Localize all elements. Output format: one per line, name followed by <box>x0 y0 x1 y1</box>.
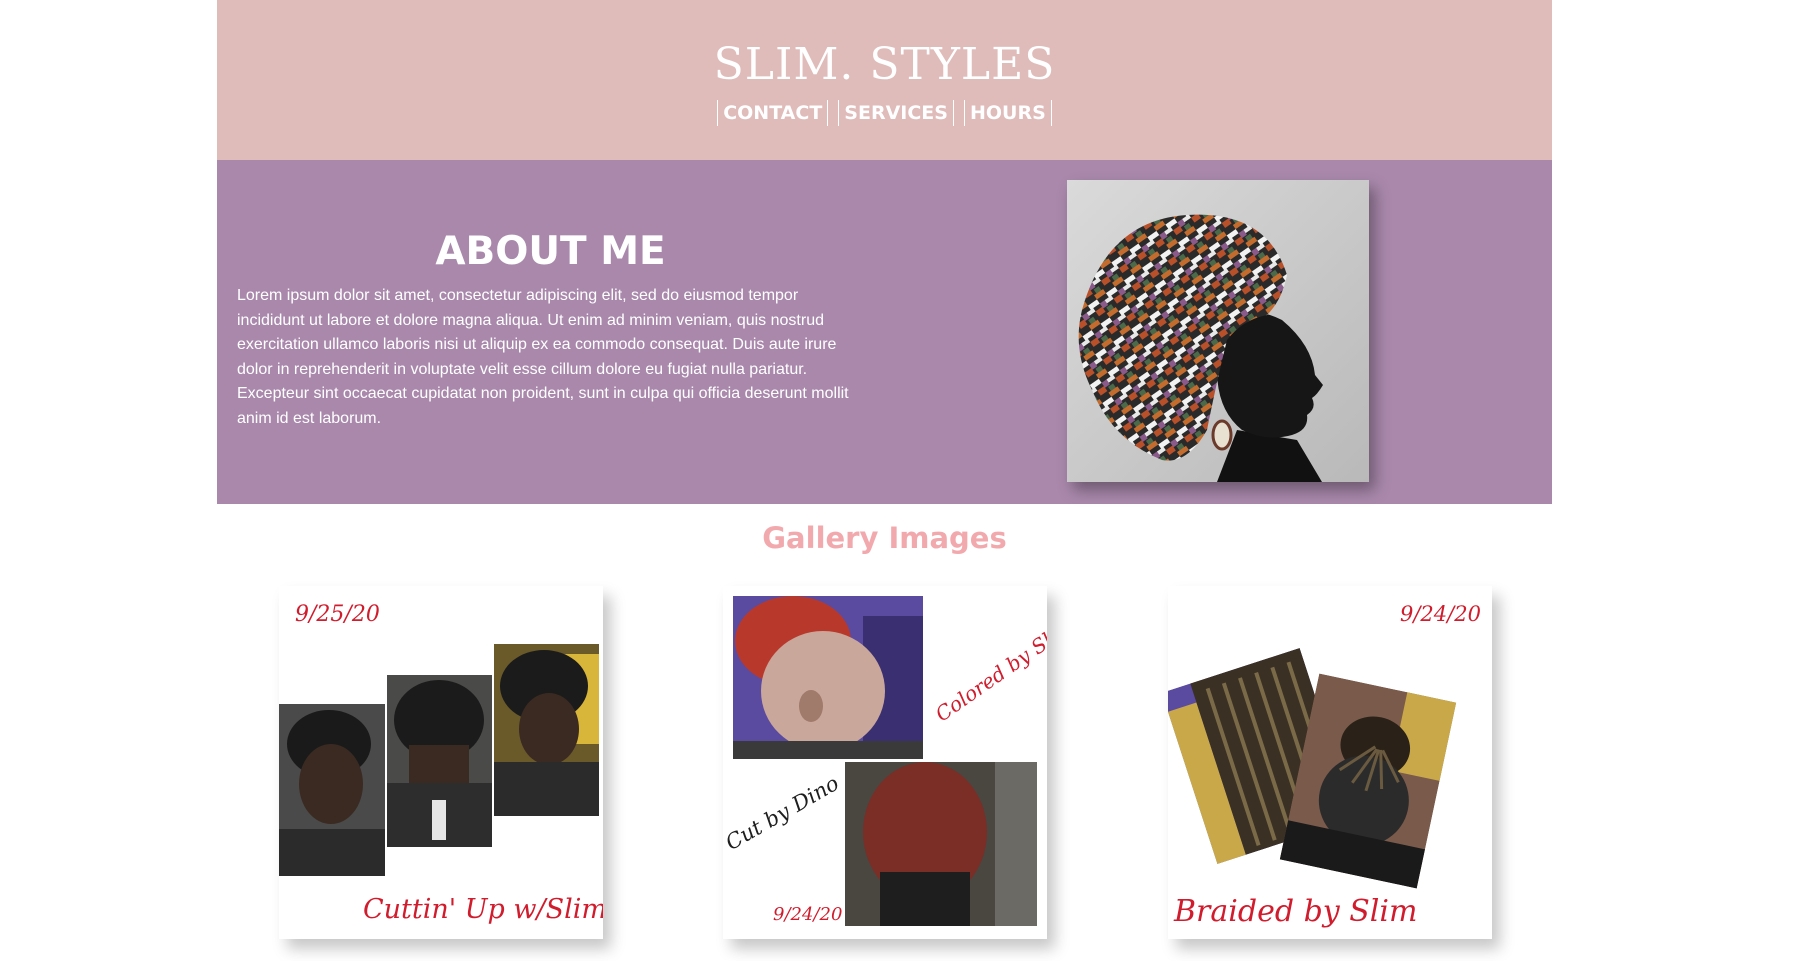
colored-hair-photo-illustration <box>733 596 923 759</box>
cut-hair-photo <box>845 762 1037 926</box>
haircut-photo-side-illustration <box>494 644 599 816</box>
nav-contact-link[interactable]: CONTACT <box>717 100 829 126</box>
haircut-photo-back <box>387 675 492 847</box>
gallery-card-caption: Braided by Slim <box>1174 894 1418 929</box>
about-heading: ABOUT ME <box>435 229 666 274</box>
gallery-card-subcaption: Cut by Dino <box>723 771 843 855</box>
nav-hours-link[interactable]: HOURS <box>963 100 1052 126</box>
haircut-photo-front-illustration <box>279 704 385 876</box>
gallery-card-caption: Colored by Slim <box>930 613 1047 727</box>
gallery-card-date: 9/25/20 <box>295 602 380 627</box>
page: SLIM. STYLES CONTACT SERVICES HOURS ABOU… <box>217 0 1552 961</box>
haircut-photo-side <box>494 644 599 816</box>
gallery-card-caption: Cuttin' Up w/Slim <box>363 894 603 925</box>
about-portrait-image <box>1067 180 1369 482</box>
about-section: ABOUT ME Lorem ipsum dolor sit amet, con… <box>217 160 1552 504</box>
gallery-heading: Gallery Images <box>762 521 1007 555</box>
haircut-photo-front <box>279 704 385 876</box>
cut-hair-photo-illustration <box>845 762 1037 926</box>
portrait-illustration <box>1067 180 1369 482</box>
gallery-card[interactable]: 9/24/20 Braided by Slim <box>1168 586 1492 939</box>
gallery-card-date: 9/24/20 <box>773 904 843 925</box>
about-paragraph: Lorem ipsum dolor sit amet, consectetur … <box>237 287 849 427</box>
gallery-card[interactable]: Colored by Slim Cut by Dino 9/24/20 <box>723 586 1047 939</box>
gallery-card[interactable]: 9/25/20 Cuttin' Up w/Slim <box>279 586 603 939</box>
gallery-card-date: 9/24/20 <box>1400 602 1481 626</box>
haircut-photo-back-illustration <box>387 675 492 847</box>
nav-services-link[interactable]: SERVICES <box>838 100 954 126</box>
site-brand[interactable]: SLIM. STYLES <box>217 40 1552 90</box>
site-header: SLIM. STYLES CONTACT SERVICES HOURS <box>217 0 1552 160</box>
main-nav: CONTACT SERVICES HOURS <box>217 100 1552 126</box>
colored-hair-photo <box>733 596 923 759</box>
